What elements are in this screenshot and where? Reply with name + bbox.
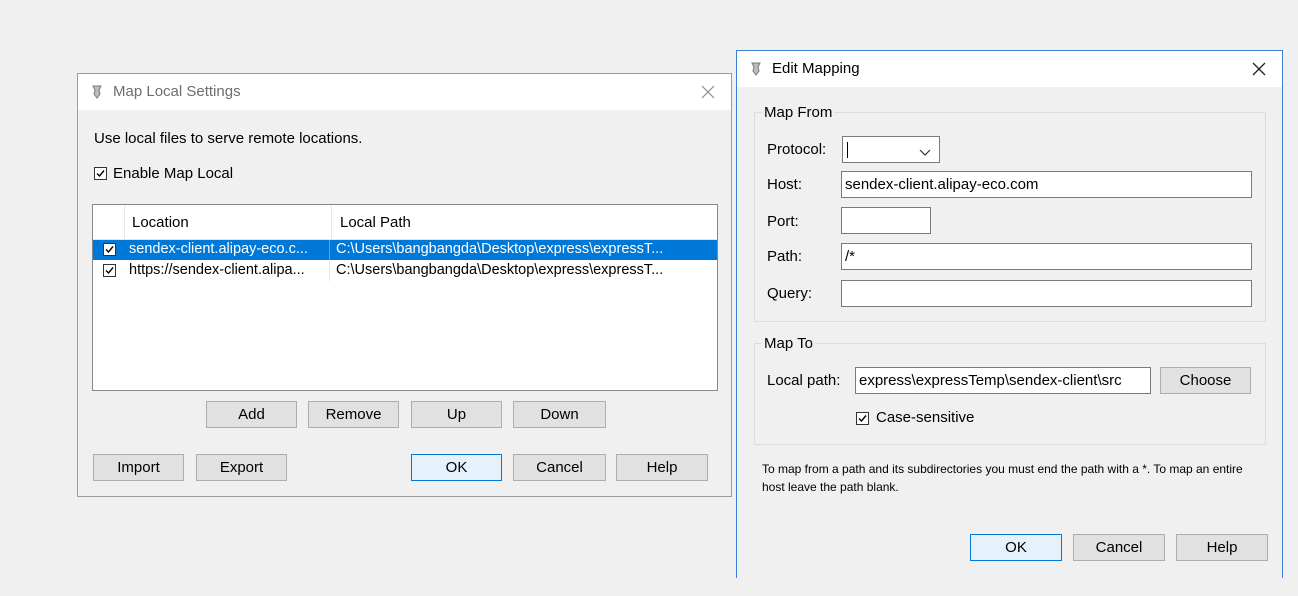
checkbox-checked-icon [105, 246, 114, 254]
checkbox-checked-icon [105, 267, 114, 275]
port-label: Port: [767, 213, 799, 230]
host-input[interactable]: sendex-client.alipay-eco.com [841, 171, 1252, 198]
edit-mapping-dialog: Edit Mapping Map From Protocol: Host: se… [736, 50, 1283, 578]
text-caret [847, 142, 848, 158]
port-input[interactable] [841, 207, 931, 234]
column-divider [331, 205, 332, 239]
map-local-settings-dialog: Map Local Settings Use local files to se… [77, 73, 732, 497]
case-sensitive-label[interactable]: Case-sensitive [876, 409, 974, 426]
local-path-label: Local path: [767, 372, 841, 389]
help-note: To map from a path and its subdirectorie… [762, 462, 1243, 494]
protocol-select[interactable] [842, 136, 940, 163]
export-button[interactable]: Export [196, 454, 287, 481]
column-header-local-path[interactable]: Local Path [340, 214, 411, 231]
location-cell: sendex-client.alipay-eco.c... [129, 241, 308, 257]
table-row[interactable]: https://sendex-client.alipa... C:\Users\… [93, 261, 717, 281]
down-button[interactable]: Down [513, 401, 606, 428]
charles-app-icon [751, 62, 761, 76]
enable-map-local-label[interactable]: Enable Map Local [113, 165, 233, 182]
path-input[interactable]: /* [841, 243, 1252, 270]
enable-map-local-checkbox[interactable] [94, 167, 107, 180]
case-sensitive-checkbox[interactable] [856, 412, 869, 425]
row-enabled-checkbox[interactable] [103, 264, 116, 277]
table-row[interactable]: sendex-client.alipay-eco.c... C:\Users\b… [93, 240, 717, 260]
path-label: Path: [767, 248, 803, 265]
dialog-title: Map Local Settings [113, 83, 241, 100]
ok-button[interactable]: OK [411, 454, 502, 481]
column-divider [124, 205, 125, 239]
checkbox-checked-icon [858, 415, 867, 423]
column-header-location[interactable]: Location [132, 214, 189, 231]
chevron-down-icon[interactable] [919, 142, 931, 162]
cell-divider [329, 240, 330, 260]
mapping-table: Location Local Path sendex-client.alipay… [92, 204, 718, 391]
map-to-group [754, 343, 1266, 445]
title-bar: Edit Mapping [737, 51, 1282, 87]
help-button[interactable]: Help [1176, 534, 1268, 561]
cancel-button[interactable]: Cancel [513, 454, 606, 481]
close-icon[interactable] [697, 81, 719, 103]
map-from-legend: Map From [762, 104, 835, 121]
title-bar: Map Local Settings [78, 74, 731, 110]
up-button[interactable]: Up [411, 401, 502, 428]
cell-divider [329, 261, 330, 281]
help-button[interactable]: Help [616, 454, 708, 481]
description-text: Use local files to serve remote location… [94, 130, 363, 147]
local-path-input[interactable]: express\expressTemp\sendex-client\src [855, 367, 1151, 394]
charles-app-icon [92, 85, 102, 99]
table-header: Location Local Path [93, 205, 717, 240]
close-icon[interactable] [1248, 58, 1270, 80]
choose-button[interactable]: Choose [1160, 367, 1251, 394]
checkbox-checked-icon [96, 170, 105, 178]
remove-button[interactable]: Remove [308, 401, 399, 428]
cancel-button[interactable]: Cancel [1073, 534, 1165, 561]
query-input[interactable] [841, 280, 1252, 307]
protocol-label: Protocol: [767, 141, 827, 158]
query-label: Query: [767, 285, 813, 302]
local-path-cell: C:\Users\bangbangda\Desktop\express\expr… [336, 241, 664, 257]
row-enabled-checkbox[interactable] [103, 243, 116, 256]
add-button[interactable]: Add [206, 401, 297, 428]
local-path-cell: C:\Users\bangbangda\Desktop\express\expr… [336, 262, 664, 278]
location-cell: https://sendex-client.alipa... [129, 262, 305, 278]
map-to-legend: Map To [762, 335, 815, 352]
ok-button[interactable]: OK [970, 534, 1062, 561]
import-button[interactable]: Import [93, 454, 184, 481]
dialog-title: Edit Mapping [772, 60, 860, 77]
host-label: Host: [767, 176, 803, 193]
